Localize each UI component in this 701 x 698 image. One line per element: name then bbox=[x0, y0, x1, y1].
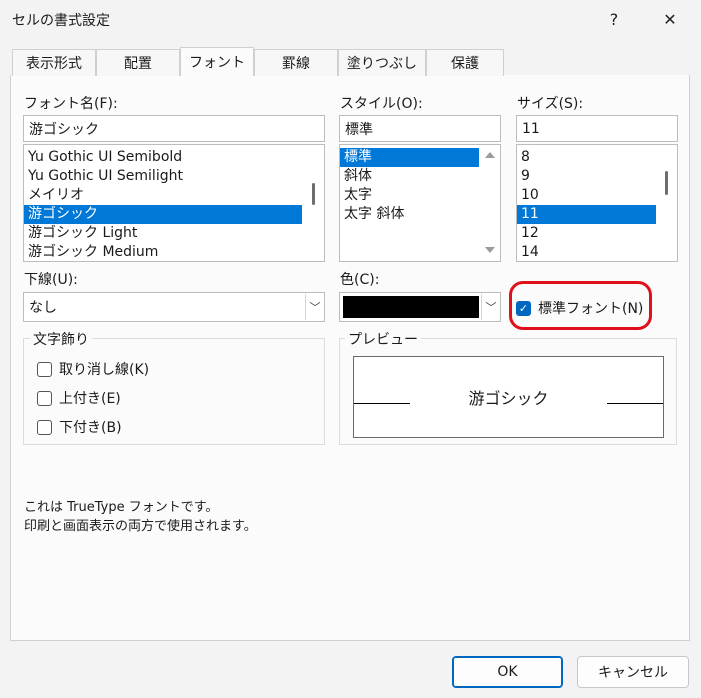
strikethrough-checkbox[interactable]: 取り消し線(K) bbox=[37, 359, 149, 379]
scroll-up-icon[interactable] bbox=[485, 152, 495, 158]
close-icon: ✕ bbox=[663, 9, 677, 29]
font-name-list[interactable]: Yu Gothic UI Semibold Yu Gothic UI Semil… bbox=[23, 144, 325, 262]
scroll-down-icon[interactable] bbox=[485, 247, 495, 253]
info-line-1: これは TrueType フォントです。 bbox=[24, 500, 219, 515]
list-item[interactable]: 8 bbox=[517, 148, 656, 167]
list-item-selected[interactable]: 11 bbox=[517, 205, 656, 224]
list-item[interactable]: 太字 斜体 bbox=[340, 205, 479, 224]
color-select[interactable]: ﹀ bbox=[339, 292, 501, 322]
color-swatch bbox=[343, 296, 479, 318]
font-name-input[interactable]: 游ゴシック bbox=[23, 115, 325, 142]
info-line-2: 印刷と画面表示の両方で使用されます。 bbox=[24, 519, 257, 534]
style-list-scrollbar[interactable] bbox=[480, 145, 500, 261]
checkmark-icon[interactable]: ✓ bbox=[516, 300, 531, 316]
list-item-selected[interactable]: 標準 bbox=[340, 148, 479, 167]
scroll-thumb[interactable] bbox=[312, 183, 315, 205]
tab-border[interactable]: 罫線 bbox=[254, 49, 338, 76]
checkbox-icon[interactable] bbox=[37, 390, 52, 406]
tab-label: 保護 bbox=[451, 56, 479, 72]
underline-label: 下線(U): bbox=[24, 272, 78, 288]
tab-number-format[interactable]: 表示形式 bbox=[12, 49, 96, 76]
list-item-selected[interactable]: 游ゴシック bbox=[24, 205, 302, 224]
chevron-down-icon[interactable]: ﹀ bbox=[481, 294, 500, 320]
tab-label: フォント bbox=[189, 55, 245, 71]
normal-font-checkbox[interactable]: ✓ 標準フォント(N) bbox=[516, 298, 643, 318]
list-item[interactable]: 游ゴシック Medium bbox=[24, 243, 302, 261]
preview-group-label: プレビュー bbox=[345, 329, 421, 349]
list-item[interactable]: メイリオ bbox=[24, 186, 302, 205]
list-item[interactable]: 14 bbox=[517, 243, 656, 261]
size-input[interactable]: 11 bbox=[516, 115, 678, 142]
list-item[interactable]: Yu Gothic UI Semilight bbox=[24, 167, 302, 186]
style-list[interactable]: 標準 斜体 太字 太字 斜体 bbox=[339, 144, 501, 262]
close-button[interactable]: ✕ bbox=[648, 0, 692, 38]
preview-box: 游ゴシック bbox=[353, 356, 664, 438]
subscript-checkbox[interactable]: 下付き(B) bbox=[37, 417, 122, 437]
subscript-label: 下付き(B) bbox=[59, 420, 122, 436]
size-list[interactable]: 8 9 10 11 12 14 bbox=[516, 144, 678, 262]
list-item[interactable]: 10 bbox=[517, 186, 656, 205]
tab-label: 表示形式 bbox=[26, 56, 82, 72]
scroll-thumb[interactable] bbox=[665, 171, 668, 195]
superscript-checkbox[interactable]: 上付き(E) bbox=[37, 388, 121, 408]
cancel-button[interactable]: キャンセル bbox=[577, 656, 689, 688]
style-label: スタイル(O): bbox=[340, 96, 423, 112]
list-item[interactable]: 游ゴシック Light bbox=[24, 224, 302, 243]
strikethrough-label: 取り消し線(K) bbox=[59, 362, 150, 378]
font-list-scrollbar[interactable] bbox=[304, 145, 324, 261]
tab-label: 塗りつぶし bbox=[346, 56, 418, 72]
list-item[interactable]: 12 bbox=[517, 224, 656, 243]
color-label: 色(C): bbox=[340, 272, 380, 288]
tab-alignment[interactable]: 配置 bbox=[96, 49, 180, 76]
underline-value: なし bbox=[29, 300, 57, 316]
underline-select[interactable]: なし ﹀ bbox=[23, 292, 325, 322]
list-item[interactable]: 斜体 bbox=[340, 167, 479, 186]
superscript-label: 上付き(E) bbox=[59, 391, 121, 407]
tab-label: 配置 bbox=[124, 56, 152, 72]
tab-protection[interactable]: 保護 bbox=[426, 49, 504, 76]
style-input[interactable]: 標準 bbox=[339, 115, 501, 142]
font-name-label: フォント名(F): bbox=[24, 96, 118, 112]
normal-font-label: 標準フォント(N) bbox=[538, 301, 644, 317]
list-item[interactable]: Yu Gothic UI Semibold bbox=[24, 148, 302, 167]
help-button[interactable]: ? bbox=[592, 0, 636, 38]
ok-button[interactable]: OK bbox=[452, 656, 563, 688]
checkbox-icon[interactable] bbox=[37, 361, 52, 377]
window-title: セルの書式設定 bbox=[12, 13, 110, 29]
tab-font[interactable]: フォント bbox=[180, 47, 254, 76]
list-item[interactable]: 9 bbox=[517, 167, 656, 186]
effects-group-label: 文字飾り bbox=[30, 329, 92, 349]
checkbox-icon[interactable] bbox=[37, 419, 52, 435]
size-label: サイズ(S): bbox=[517, 96, 584, 112]
tab-fill[interactable]: 塗りつぶし bbox=[338, 49, 426, 76]
size-list-scrollbar[interactable] bbox=[657, 145, 677, 261]
chevron-down-icon[interactable]: ﹀ bbox=[305, 294, 324, 320]
help-icon: ? bbox=[609, 9, 619, 29]
list-item[interactable]: 太字 bbox=[340, 186, 479, 205]
preview-text: 游ゴシック bbox=[468, 389, 549, 408]
tab-label: 罫線 bbox=[282, 56, 310, 72]
